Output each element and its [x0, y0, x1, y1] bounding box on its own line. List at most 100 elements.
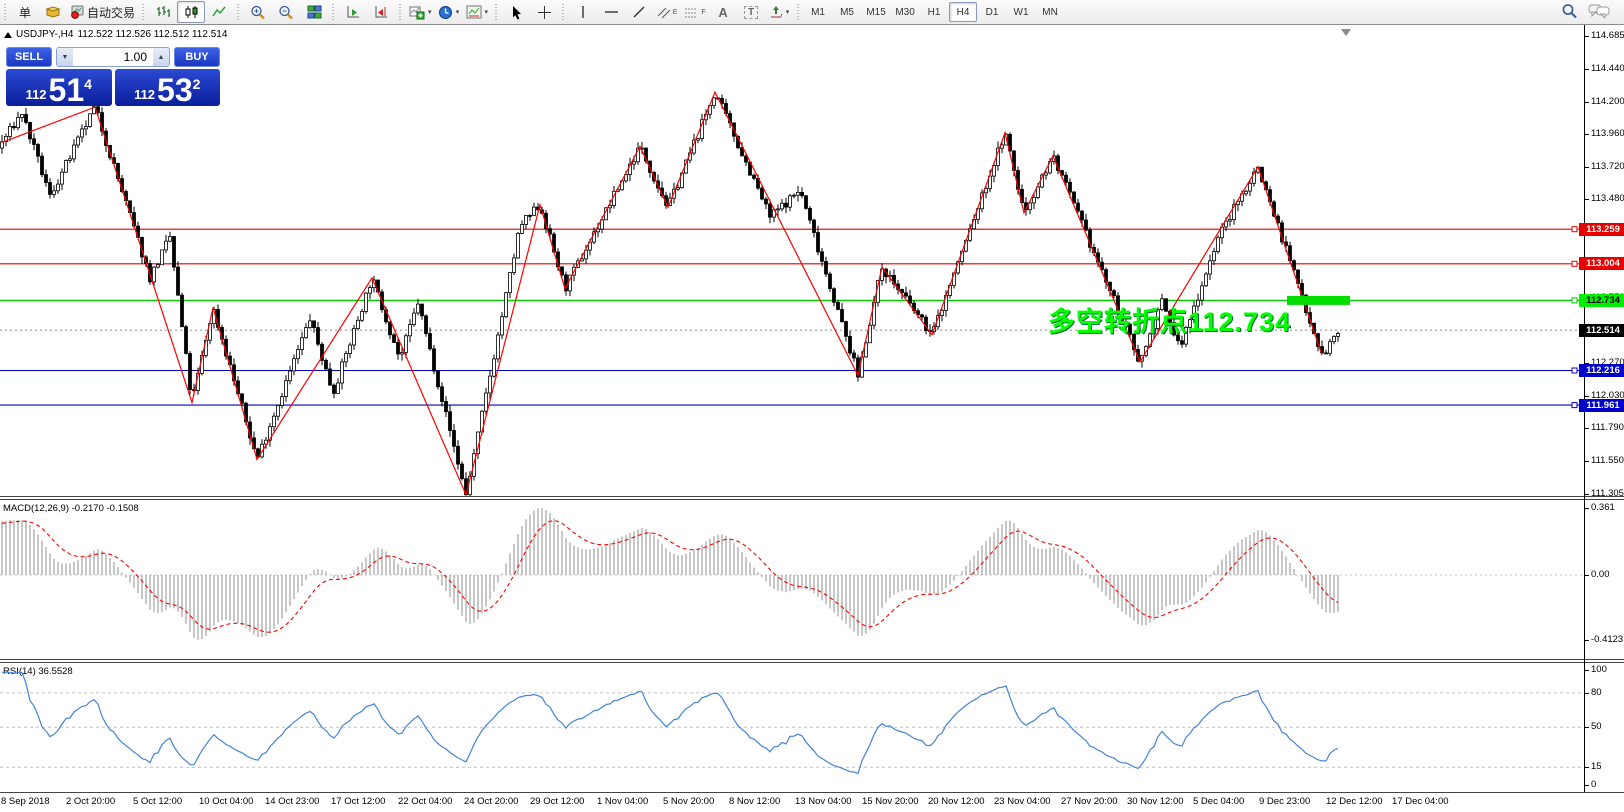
timeframe-button-m5[interactable]: M5: [833, 2, 861, 22]
rsi-axis-tick-label: 50: [1591, 721, 1602, 733]
toolbar-grip[interactable]: [561, 4, 567, 20]
chat-icon[interactable]: [1588, 3, 1610, 22]
fibonacci-tool-button[interactable]: F: [681, 1, 709, 23]
time-axis-label: 13 Nov 04:00: [795, 796, 852, 807]
timeframe-button-m15[interactable]: M15: [862, 2, 890, 22]
tile-windows-button[interactable]: [300, 1, 328, 23]
zoom-in-button[interactable]: [244, 1, 272, 23]
level-anchor-handle[interactable]: [1571, 297, 1578, 304]
level-anchor-handle[interactable]: [1571, 367, 1578, 374]
macd-axis-tick: [1585, 575, 1589, 576]
new-order-button[interactable]: 单: [11, 1, 39, 23]
templates-button[interactable]: ▾: [463, 1, 492, 23]
time-axis-label: 5 Dec 04:00: [1193, 796, 1245, 807]
toolbar-grip[interactable]: [331, 4, 337, 20]
volume-increase-button[interactable]: ▲: [153, 48, 169, 66]
new-order-label: 单: [18, 5, 31, 20]
price-axis[interactable]: 114.685 114.440 114.200 113.960 113.720 113.4…: [1579, 25, 1624, 792]
price-axis-tick: [1585, 493, 1589, 495]
buy-price-display[interactable]: 112 53 2: [114, 69, 220, 106]
arrows-tool-button[interactable]: ▾: [765, 1, 793, 23]
cursor-button[interactable]: [502, 1, 530, 23]
dropdown-caret-icon: ▾: [455, 9, 460, 16]
indicators-button[interactable]: ▾: [406, 1, 435, 23]
timeframe-button-mn[interactable]: MN: [1036, 2, 1064, 22]
market-watch-button[interactable]: [39, 1, 67, 23]
time-axis-label: 22 Oct 04:00: [398, 796, 453, 807]
vertical-line-tool-button[interactable]: [569, 1, 597, 23]
level-anchor-handle[interactable]: [1571, 226, 1578, 233]
timeframe-button-w1[interactable]: W1: [1007, 2, 1035, 22]
price-axis-tick: [1585, 395, 1589, 397]
sell-price-sup: 4: [84, 76, 92, 92]
timeframe-button-d1[interactable]: D1: [978, 2, 1006, 22]
volume-decrease-button[interactable]: ▼: [57, 48, 73, 66]
toolbar-grip[interactable]: [398, 4, 404, 20]
chart-shift-button[interactable]: [367, 1, 395, 23]
volume-value[interactable]: 1.00: [73, 48, 153, 66]
price-axis-tick: [1585, 166, 1589, 168]
zoom-out-button[interactable]: [272, 1, 300, 23]
trendline-tool-button[interactable]: [625, 1, 653, 23]
price-axis-tick-label: 114.685: [1591, 30, 1624, 41]
toolbar-grip[interactable]: [141, 4, 147, 20]
candlestick-icon: [184, 5, 199, 19]
timeframe-button-h1[interactable]: H1: [920, 2, 948, 22]
candlestick-chart-button[interactable]: [177, 1, 206, 23]
price-axis-tick-label: 113.960: [1591, 128, 1624, 140]
time-axis-label: 10 Oct 04:00: [199, 796, 254, 807]
rsi-axis-tick-label: 0: [1591, 778, 1597, 790]
toolbar-grip[interactable]: [3, 4, 8, 20]
dropdown-caret-icon: ▾: [785, 9, 790, 16]
chart-shift-marker[interactable]: [1341, 29, 1351, 36]
price-axis-tick-label: 111.790: [1591, 422, 1624, 434]
text-tool-button[interactable]: A: [709, 1, 737, 23]
level-anchor-handle[interactable]: [1571, 260, 1578, 267]
line-chart-button[interactable]: [205, 1, 233, 23]
autotrading-button[interactable]: 自动交易: [67, 1, 138, 23]
sell-price-display[interactable]: 112 51 4: [6, 69, 112, 106]
price-axis-tick: [1585, 36, 1589, 37]
autotrading-label: 自动交易: [87, 5, 136, 20]
timeframe-button-h4[interactable]: H4: [949, 2, 978, 22]
toolbar-grip[interactable]: [494, 4, 500, 20]
time-axis-label: 5 Nov 20:00: [663, 796, 715, 807]
timeframe-button-m30[interactable]: M30: [891, 2, 919, 22]
horizontal-line-icon: [604, 7, 619, 17]
rsi-panel[interactable]: [0, 663, 1584, 792]
main-price-chart[interactable]: [0, 25, 1584, 497]
zoom-in-icon: [250, 5, 266, 20]
buy-button[interactable]: BUY: [174, 47, 220, 67]
timeframe-button-m1[interactable]: M1: [804, 2, 832, 22]
level-anchor-handle[interactable]: [1571, 402, 1578, 409]
book-icon: [45, 5, 61, 19]
crosshair-button[interactable]: [530, 1, 558, 23]
auto-scroll-button[interactable]: [339, 1, 367, 23]
zigzag-line[interactable]: [1, 90, 1323, 497]
rsi-axis-tick: [1585, 784, 1589, 786]
bar-chart-button[interactable]: [149, 1, 177, 23]
search-icon[interactable]: [1561, 3, 1578, 22]
toolbar: 单 自动交易 ▾ ▾ ▾ E F A T ▾ M1 M5 M15 M30 H1 …: [0, 0, 1624, 25]
toolbar-grip[interactable]: [236, 4, 242, 20]
price-level-label-112.216: 112.216: [1579, 364, 1624, 378]
sell-price-big: 51: [48, 72, 85, 108]
sell-button[interactable]: SELL: [6, 47, 52, 67]
volume-stepper: ▼ 1.00 ▲: [56, 47, 170, 67]
price-axis-tick-label: 111.305: [1591, 487, 1624, 499]
horizontal-line-tool-button[interactable]: [597, 1, 625, 23]
toolbar-grip[interactable]: [796, 4, 802, 20]
text-tool-icon: A: [718, 4, 728, 20]
equidistant-channel-tool-button[interactable]: E: [653, 1, 681, 23]
price-level-label-113.004: 113.004: [1579, 257, 1624, 271]
price-axis-tick-label: 113.480: [1591, 193, 1624, 205]
rsi-axis-tick-label: 100: [1591, 664, 1607, 675]
time-axis[interactable]: 8 Sep 2018 2 Oct 20:00 5 Oct 12:00 10 Oct 0…: [0, 792, 1624, 812]
toolbar-right: [1561, 3, 1624, 22]
buy-price-prefix: 112: [134, 87, 156, 102]
periods-button[interactable]: ▾: [435, 1, 463, 23]
macd-panel[interactable]: [0, 500, 1584, 660]
add-indicator-icon: [409, 5, 425, 20]
green-highlight-segment[interactable]: [1287, 295, 1350, 305]
text-label-tool-button[interactable]: T: [737, 1, 765, 23]
